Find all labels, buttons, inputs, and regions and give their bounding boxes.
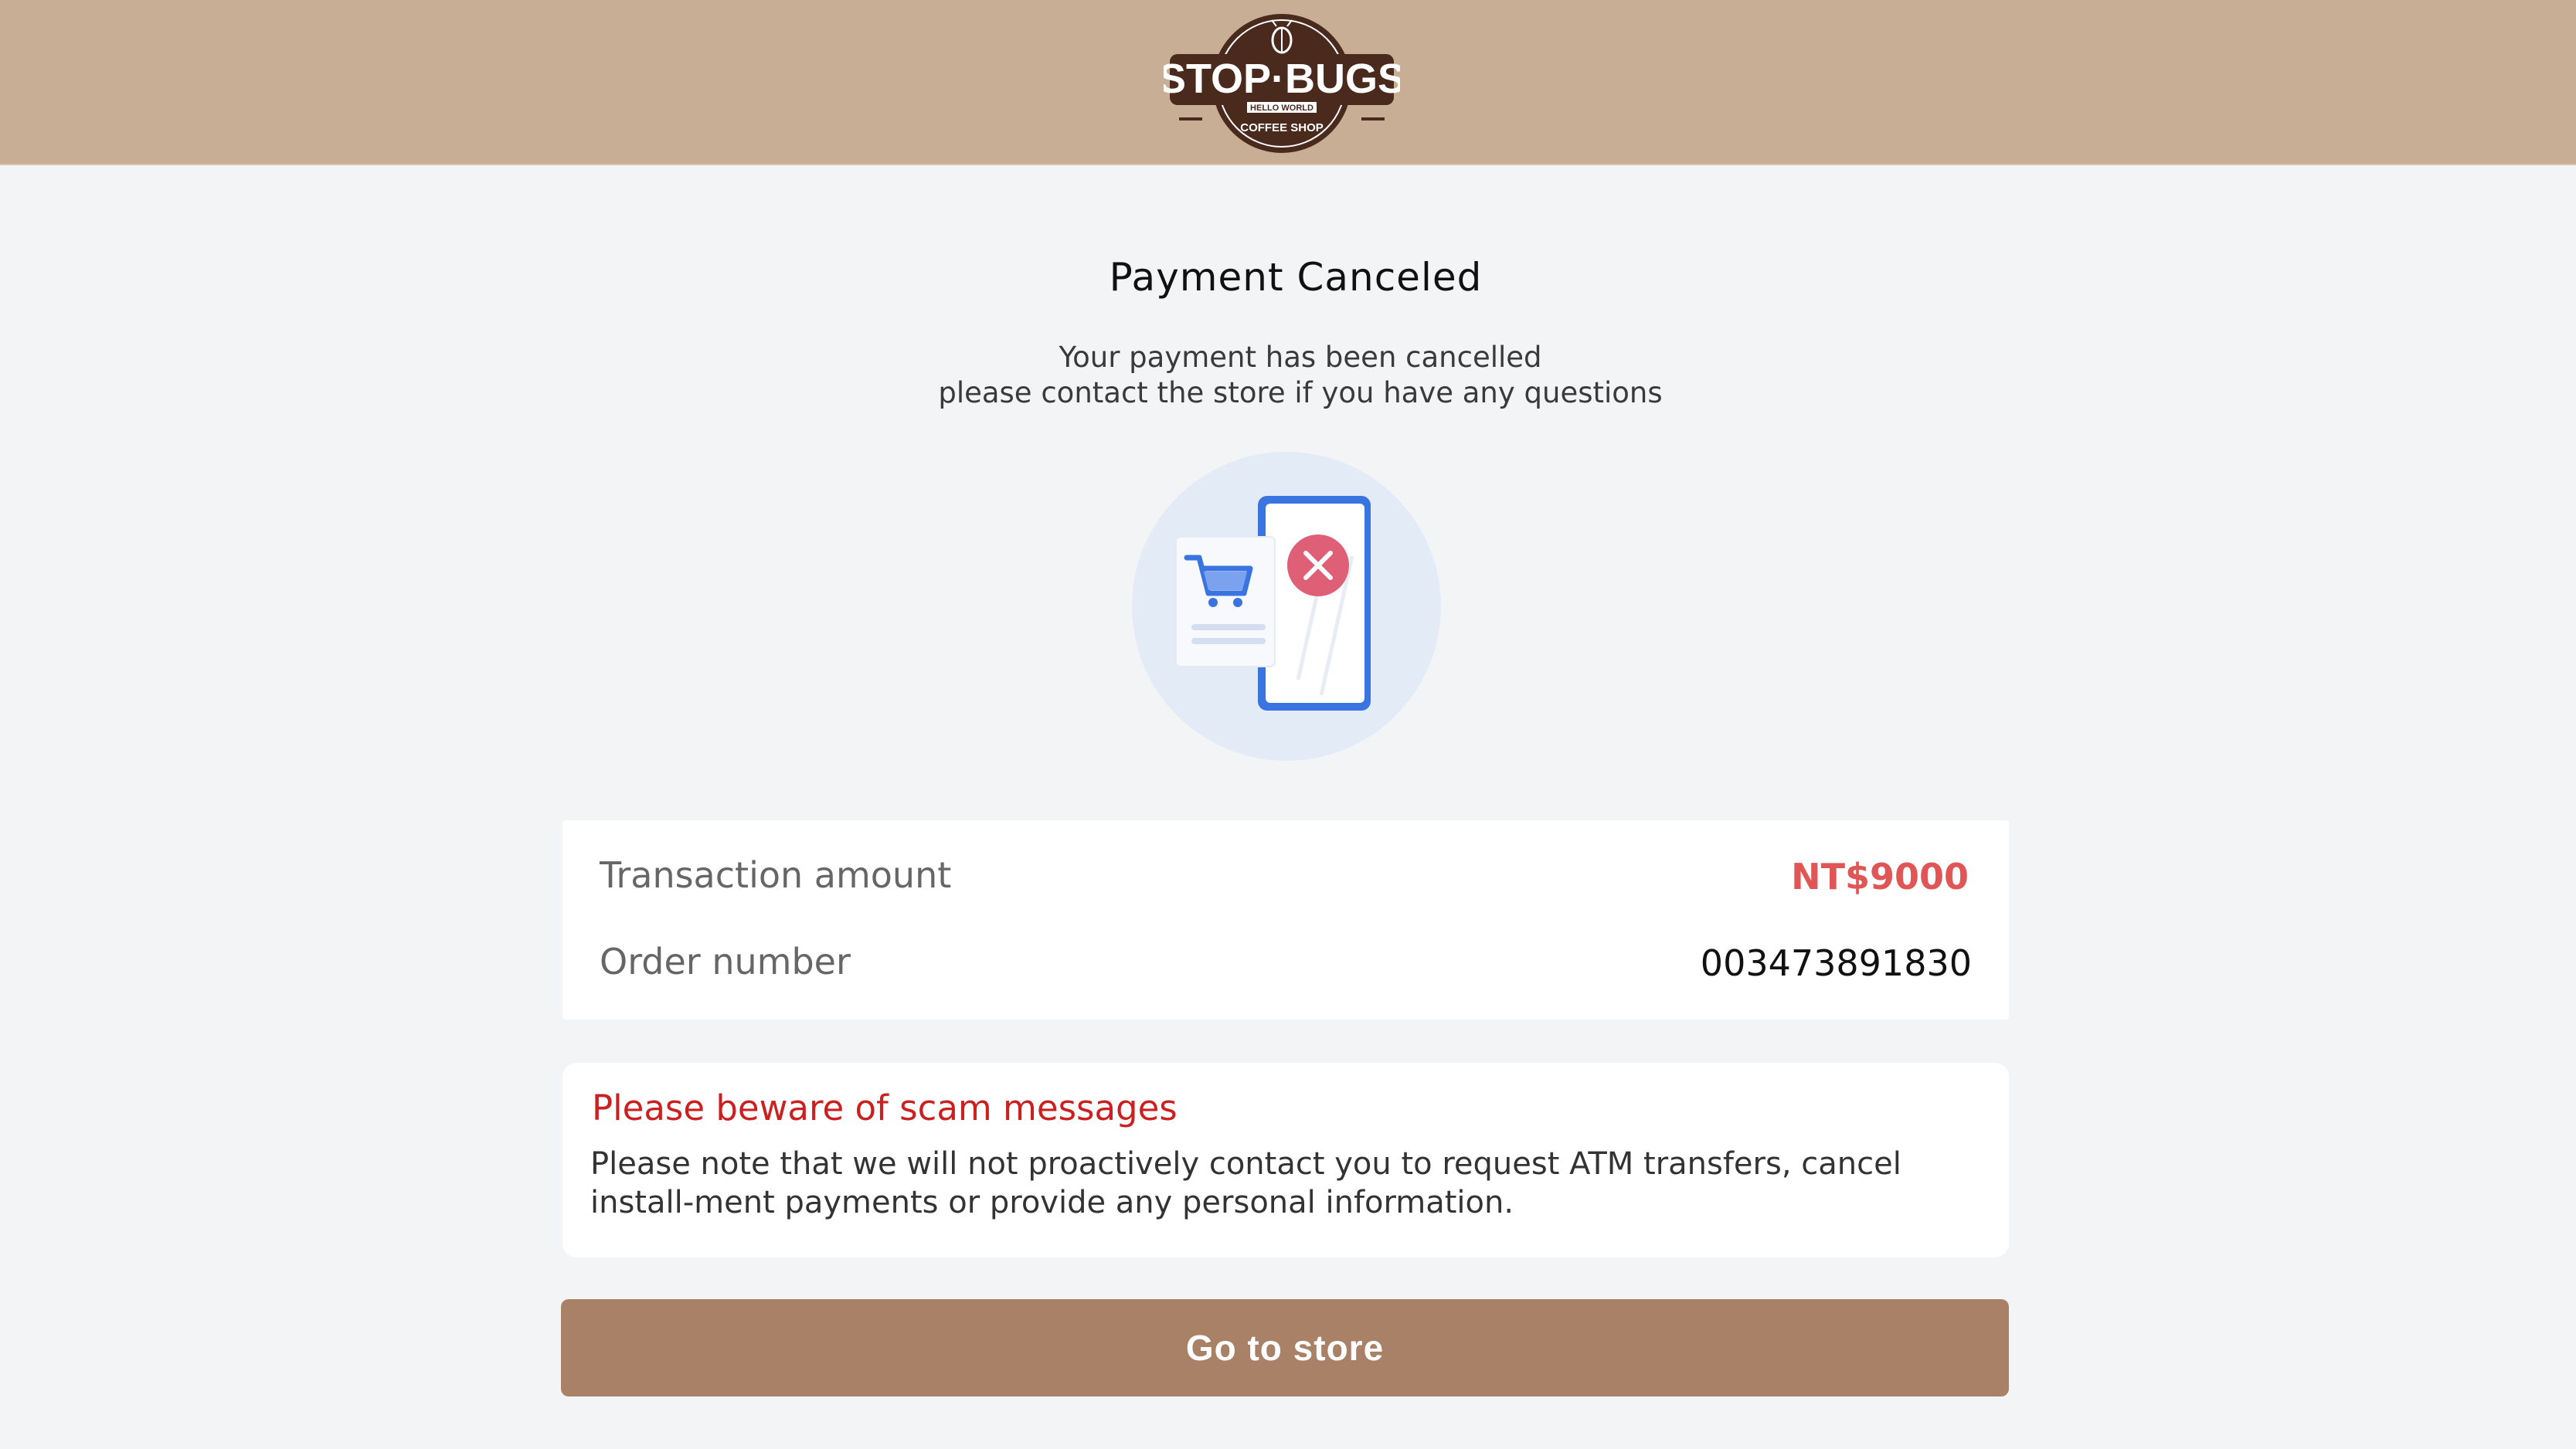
page-title: Payment Canceled	[1109, 255, 1483, 300]
go-to-store-button[interactable]: Go to store	[561, 1299, 2009, 1396]
status-message: Your payment has been cancelled please c…	[0, 340, 2576, 411]
status-message-line-1: Your payment has been cancelled	[1059, 341, 1542, 374]
order-number-value: 003473891830	[1700, 942, 1972, 984]
transaction-amount-label: Transaction amount	[600, 854, 952, 896]
stop-bugs-logo: STOP·BUGS HELLO WORLD COFFEE SHOP	[1164, 8, 1400, 156]
logo-text: STOP·BUGS	[1164, 56, 1400, 102]
scam-warning-card: Please beware of scam messages Please no…	[562, 1063, 2009, 1257]
logo-tagline: HELLO WORLD	[1250, 104, 1313, 113]
scam-warning-title: Please beware of scam messages	[592, 1088, 1178, 1128]
status-message-line-2: please contact the store if you have any…	[938, 376, 1663, 409]
logo-subtext: COFFEE SHOP	[1240, 121, 1324, 134]
scam-warning-body: Please note that we will not proactively…	[590, 1146, 1901, 1220]
page-header: STOP·BUGS HELLO WORLD COFFEE SHOP	[0, 0, 2576, 165]
order-number-label: Order number	[600, 941, 851, 982]
transaction-details-card: Transaction amount NT$9000 Order number …	[562, 820, 2009, 1020]
cancelled-payment-illustration-icon	[1128, 448, 1445, 765]
transaction-amount-value: NT$9000	[1791, 856, 1969, 898]
